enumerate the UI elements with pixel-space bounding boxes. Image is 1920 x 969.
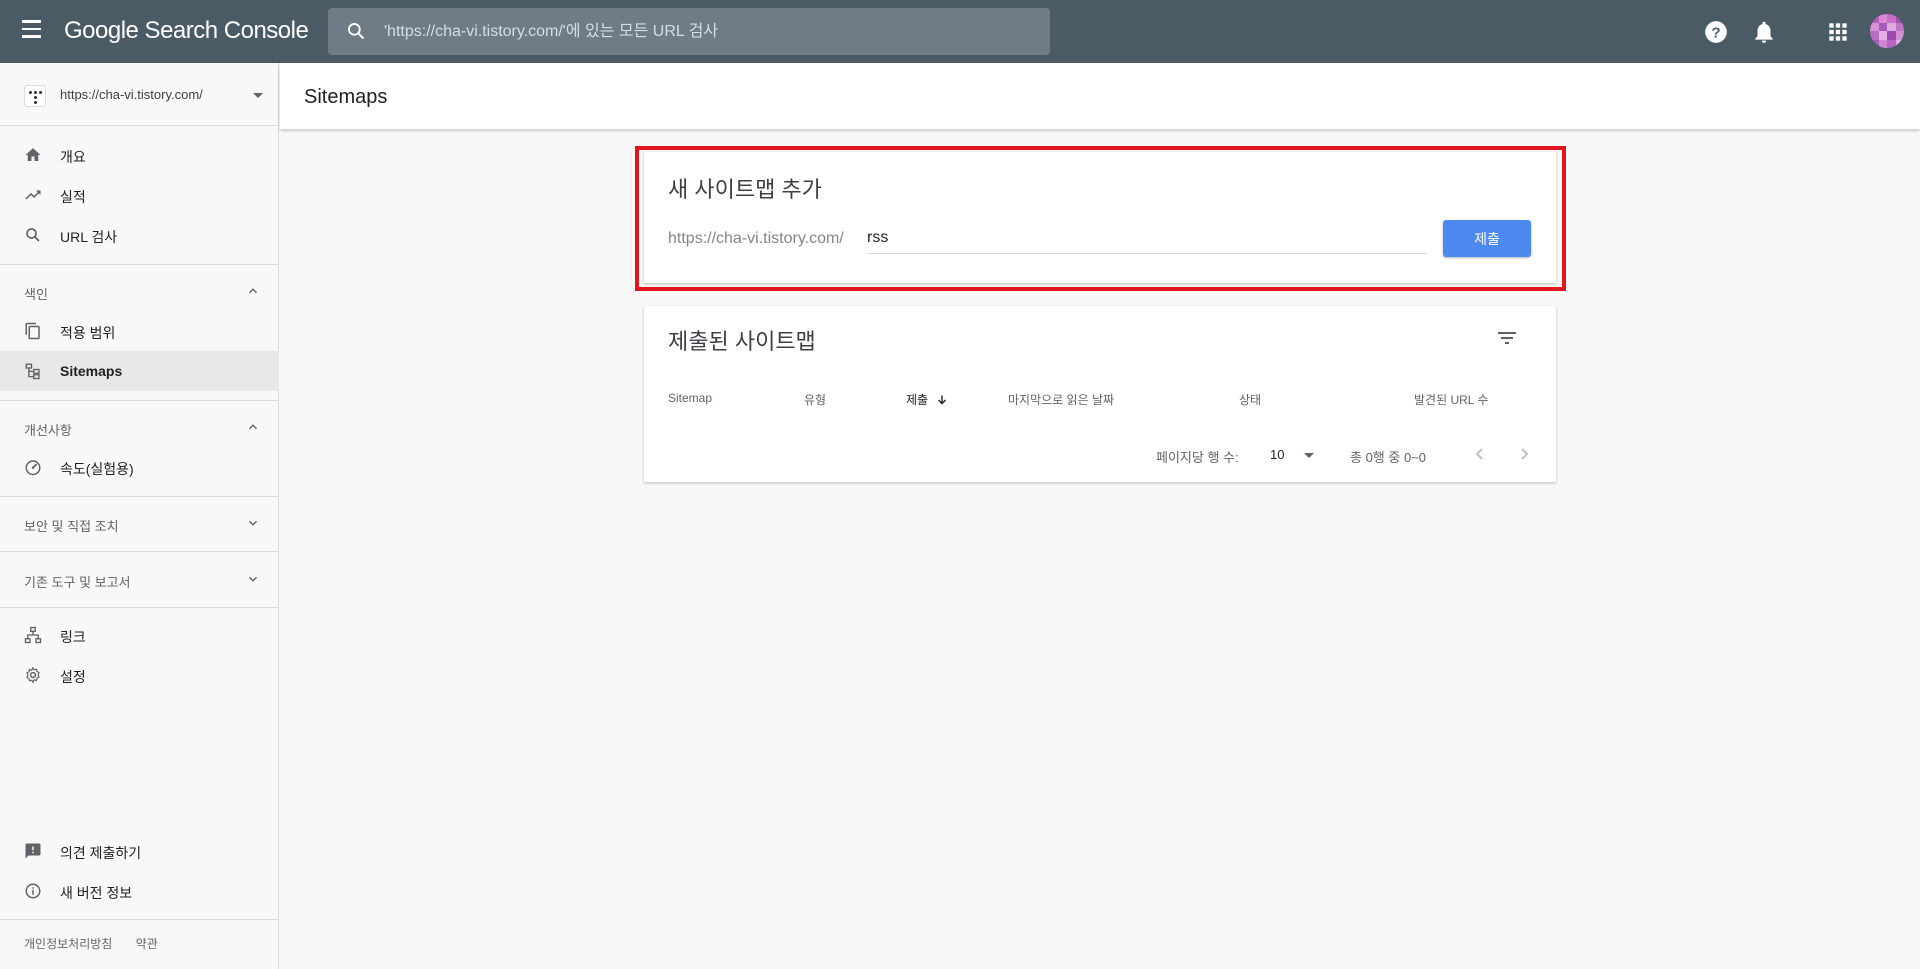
column-header-discovered-urls[interactable]: 발견된 URL 수 — [1414, 391, 1488, 408]
terms-link[interactable]: 약관 — [136, 937, 158, 951]
divider — [0, 264, 279, 265]
sidebar-item-whats-new[interactable]: 새 버전 정보 — [0, 871, 279, 911]
privacy-link[interactable]: 개인정보처리방침 — [24, 937, 112, 951]
top-app-bar: Google Search Console ? — [0, 0, 1920, 63]
sidebar-item-links[interactable]: 링크 — [0, 615, 279, 655]
sitemap-icon — [25, 363, 40, 380]
sidebar: https://cha-vi.tistory.com/ 개요 실적 URL 검사… — [0, 63, 279, 969]
chevron-up-icon — [249, 288, 257, 294]
property-url: https://cha-vi.tistory.com/ — [60, 87, 203, 102]
divider — [0, 551, 279, 552]
sitemap-url-prefix: https://cha-vi.tistory.com/ — [668, 230, 844, 247]
sitemap-url-field[interactable] — [867, 222, 1427, 254]
section-security-header[interactable]: 보안 및 직접 조치 — [0, 503, 279, 543]
property-favicon-icon — [24, 85, 46, 107]
submit-button[interactable]: 제출 — [1443, 220, 1531, 257]
account-avatar[interactable] — [1870, 14, 1904, 48]
sidebar-item-overview[interactable]: 개요 — [0, 135, 279, 175]
column-header-type[interactable]: 유형 — [804, 391, 826, 408]
arrow-down-icon — [938, 395, 947, 405]
sidebar-item-performance[interactable]: 실적 — [0, 175, 279, 215]
sidebar-item-label: 의견 제출하기 — [60, 845, 142, 861]
url-inspection-search[interactable] — [328, 8, 1050, 55]
apps-grid-icon[interactable] — [1825, 19, 1851, 45]
page-header: Sitemaps — [280, 63, 1920, 129]
speed-gauge-icon — [25, 460, 41, 476]
footer-links: 개인정보처리방침 약관 — [24, 935, 178, 952]
column-header-submitted[interactable]: 제출 — [906, 391, 949, 408]
section-index-header[interactable]: 색인 — [0, 271, 279, 311]
rows-per-page-value: 10 — [1270, 447, 1285, 462]
column-header-sitemap[interactable]: Sitemap — [668, 391, 712, 405]
pagination-range: 총 0행 중 0~0 — [1350, 450, 1426, 465]
submitted-sitemaps-card: 제출된 사이트맵 Sitemap 유형 제출 마지막으로 읽은 날짜 상태 발견… — [644, 306, 1556, 482]
gear-icon — [26, 666, 40, 684]
column-header-status[interactable]: 상태 — [1239, 391, 1261, 408]
sidebar-item-label: 개요 — [60, 149, 86, 165]
sidebar-item-settings[interactable]: 설정 — [0, 655, 279, 695]
search-input[interactable] — [384, 8, 1024, 55]
property-selector[interactable]: https://cha-vi.tistory.com/ — [0, 63, 279, 126]
info-icon — [25, 883, 41, 899]
sidebar-item-feedback[interactable]: 의견 제출하기 — [0, 831, 279, 871]
sidebar-item-label: 새 버전 정보 — [60, 885, 133, 901]
sidebar-item-label: Sitemaps — [60, 363, 123, 379]
help-icon[interactable]: ? — [1703, 19, 1729, 45]
section-legacy-header[interactable]: 기존 도구 및 보고서 — [0, 559, 279, 599]
divider — [0, 496, 279, 497]
dropdown-caret-icon — [253, 93, 263, 98]
sidebar-item-label: 설정 — [60, 669, 86, 685]
trending-up-icon — [25, 190, 41, 200]
svg-text:?: ? — [1711, 24, 1720, 41]
search-icon — [26, 228, 40, 242]
sidebar-item-label: 속도(실험용) — [60, 461, 134, 477]
sidebar-item-label: 적용 범위 — [60, 325, 116, 341]
chevron-down-icon — [249, 576, 257, 582]
chevron-right-icon[interactable] — [1512, 442, 1536, 466]
add-sitemap-card: 새 사이트맵 추가 https://cha-vi.tistory.com/ 제출 — [644, 152, 1556, 283]
rows-per-page-select[interactable]: 10 — [1270, 443, 1318, 465]
rows-per-page-label: 페이지당 행 수: — [1156, 450, 1239, 465]
sidebar-item-label: 링크 — [60, 629, 86, 645]
dropdown-caret-icon — [1304, 453, 1314, 458]
sidebar-item-sitemaps[interactable]: Sitemaps — [0, 351, 279, 391]
divider — [0, 919, 279, 920]
home-icon — [25, 148, 41, 161]
column-label: 제출 — [906, 393, 929, 407]
chevron-up-icon — [249, 424, 257, 430]
sidebar-item-url-inspection[interactable]: URL 검사 — [0, 215, 279, 255]
app-logo[interactable]: Google Search Console — [64, 17, 309, 45]
hamburger-menu-icon[interactable] — [22, 20, 48, 42]
section-label: 색인 — [24, 287, 48, 302]
card-title: 새 사이트맵 추가 — [668, 177, 822, 202]
sidebar-item-speed[interactable]: 속도(실험용) — [0, 447, 279, 487]
sidebar-item-label: URL 검사 — [60, 229, 118, 245]
feedback-icon — [25, 843, 41, 859]
section-label: 보안 및 직접 조치 — [24, 519, 119, 534]
section-label: 기존 도구 및 보고서 — [24, 575, 131, 590]
filter-icon[interactable] — [1495, 326, 1519, 350]
divider — [0, 400, 279, 401]
chevron-down-icon — [249, 520, 257, 526]
page-title: Sitemaps — [304, 86, 388, 108]
sitemap-url-input[interactable] — [867, 222, 1427, 254]
sidebar-item-coverage[interactable]: 적용 범위 — [0, 311, 279, 351]
sidebar-item-label: 실적 — [60, 189, 86, 205]
chevron-left-icon[interactable] — [1468, 442, 1492, 466]
card-title: 제출된 사이트맵 — [668, 329, 816, 354]
links-icon — [24, 626, 42, 644]
section-label: 개선사항 — [24, 423, 72, 438]
search-icon — [348, 23, 365, 40]
column-header-last-read[interactable]: 마지막으로 읽은 날짜 — [1008, 391, 1114, 408]
notifications-bell-icon[interactable] — [1751, 19, 1777, 45]
divider — [0, 607, 279, 608]
copy-icon — [25, 322, 40, 340]
section-enhancements-header[interactable]: 개선사항 — [0, 407, 279, 447]
